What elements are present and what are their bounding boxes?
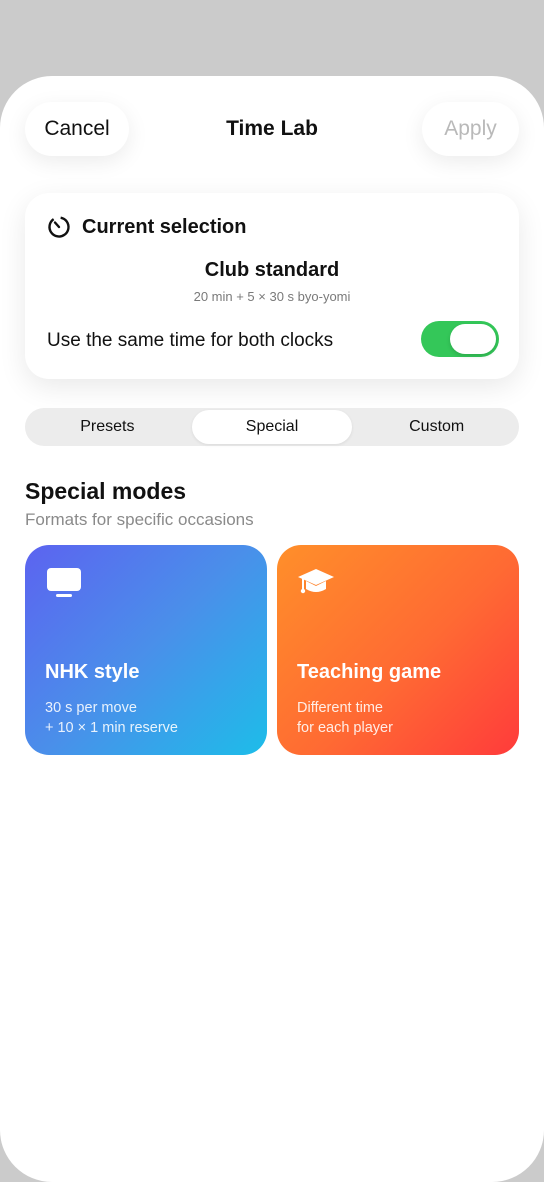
mode-tabs: Presets Special Custom [25,408,519,446]
tab-presets[interactable]: Presets [27,410,188,444]
mode-desc-line: Different time [297,700,383,716]
mode-description: Different time for each player [297,698,393,738]
selection-detail: 20 min + 5 × 30 s byo-yomi [193,289,351,304]
mode-title: Teaching game [297,661,442,683]
graduation-cap-icon [298,569,334,594]
tab-special[interactable]: Special [191,410,353,444]
section-subtitle: Formats for specific occasions [25,510,254,529]
current-selection-card: Current selection Club standard 20 min +… [25,193,519,379]
same-time-toggle[interactable] [421,321,499,357]
time-lab-sheet: Cancel Time Lab Apply Current selection … [0,76,544,1182]
tv-icon [47,568,81,597]
toggle-knob [450,324,496,354]
current-selection-heading: Current selection [82,215,247,238]
selection-name: Club standard [204,259,340,281]
mode-desc-line: + 10 × 1 min reserve [45,720,178,736]
timer-icon [48,216,70,238]
same-time-label: Use the same time for both clocks [47,330,334,351]
mode-desc-line: 30 s per move [45,700,137,716]
section-title: Special modes [25,478,187,504]
mode-description: 30 s per move + 10 × 1 min reserve [45,698,178,738]
apply-button[interactable]: Apply [422,102,519,156]
mode-title: NHK style [45,661,140,683]
mode-desc-line: for each player [297,720,393,736]
nhk-style-card[interactable]: NHK style 30 s per move + 10 × 1 min res… [25,545,267,755]
tab-custom[interactable]: Custom [356,410,517,444]
teaching-game-card[interactable]: Teaching game Different time for each pl… [277,545,519,755]
current-selection-header: Current selection [47,215,246,239]
